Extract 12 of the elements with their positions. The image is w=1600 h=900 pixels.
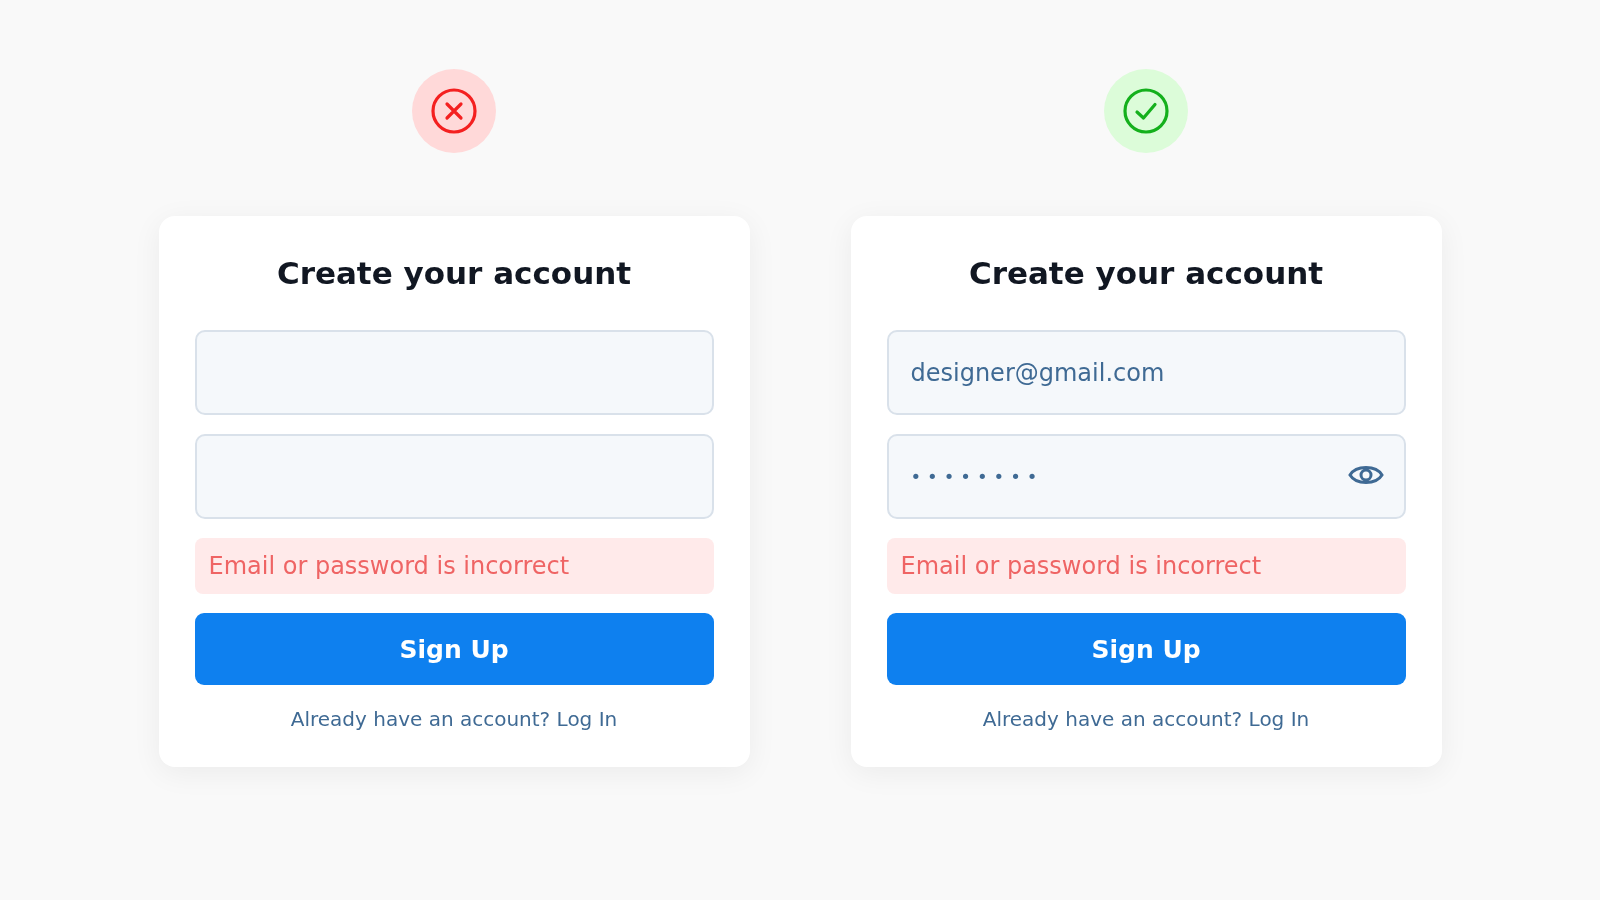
password-field[interactable]	[194, 434, 714, 519]
password-field[interactable]: ••••••••	[886, 434, 1406, 519]
email-field[interactable]	[194, 330, 714, 415]
sign-up-button[interactable]: Sign Up	[886, 613, 1406, 685]
form-title: Create your account	[275, 254, 633, 293]
error-message: Email or password is incorrect	[194, 538, 714, 594]
form-title: Create your account	[967, 254, 1325, 293]
email-field[interactable]: designer@gmail.com	[886, 330, 1406, 415]
login-link[interactable]: Already have an account? Log In	[982, 707, 1310, 731]
login-link[interactable]: Already have an account? Log In	[290, 707, 618, 731]
error-message: Email or password is incorrect	[886, 538, 1406, 594]
sign-up-button[interactable]: Sign Up	[194, 613, 714, 685]
